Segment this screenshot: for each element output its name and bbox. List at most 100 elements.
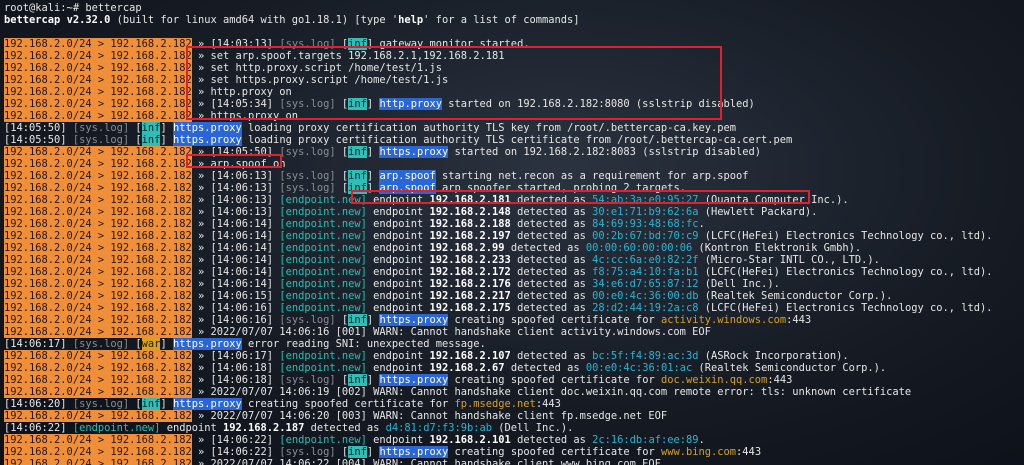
prompt-host: 192.168.2.182	[110, 146, 192, 158]
prompt-separator: >	[91, 302, 111, 314]
detected-as: detected as	[510, 230, 593, 242]
log-message: started on 192.168.2.182:8083 (sslstrip …	[448, 146, 762, 158]
version-banner: bettercap v2.32.0 (built for linux amd64…	[4, 14, 580, 26]
endpoint-vendor: (ASRock Incorporation).	[698, 350, 849, 362]
log-line: 192.168.2.0/24 > 192.168.2.182 » [14:06:…	[4, 374, 793, 386]
endpoint-ip: 192.168.2.197	[429, 230, 511, 242]
log-line: 192.168.2.0/24 > 192.168.2.182 » [14:06:…	[4, 254, 880, 266]
log-line: 192.168.2.0/24 > 192.168.2.182 » [14:05:…	[4, 146, 762, 158]
endpoint-new-tag: [endpoint.new]	[72, 422, 161, 434]
app-name: bettercap	[4, 14, 61, 26]
prompt-subnet: 192.168.2.0/24	[4, 182, 92, 194]
log-timestamp: [14:05:50]	[4, 134, 73, 146]
terminal-window[interactable]: root@kali:~# bettercap bettercap v2.32.0…	[0, 0, 1024, 465]
log-message: starting net.recon as a requirement for …	[435, 170, 749, 182]
prompt-separator: >	[91, 458, 111, 465]
prompt-separator: >	[91, 86, 111, 98]
module-badge: https.proxy	[379, 314, 449, 326]
host-port: :443	[767, 374, 793, 386]
endpoint-mac: f8:75:a4:10:fa:b1	[592, 266, 699, 278]
log-line: 192.168.2.0/24 > 192.168.2.182 » [14:06:…	[4, 302, 993, 314]
prompt-subnet: 192.168.2.0/24	[4, 50, 92, 62]
prompt-separator: >	[91, 158, 111, 170]
log-line: 192.168.2.0/24 > 192.168.2.182 » [14:06:…	[4, 278, 780, 290]
module-badge: https.proxy	[172, 398, 242, 410]
prompt-subnet: 192.168.2.0/24	[4, 74, 92, 86]
log-timestamp: [14:06:14]	[210, 230, 280, 242]
prompt-host: 192.168.2.182	[110, 86, 192, 98]
log-line: [14:05:50] [sys.log] [inf] https.proxy l…	[4, 134, 793, 146]
warn-message: 2022/07/07 14:06:16 [001] WARN: Cannot h…	[210, 326, 711, 338]
highlight-box-proxy-commands	[186, 46, 722, 120]
endpoint-ip: 192.168.2.172	[429, 266, 511, 278]
endpoint-word: endpoint	[373, 434, 430, 446]
endpoint-mac: bc:5f:f4:89:ac:3d	[592, 350, 699, 362]
prompt-arrow: »	[191, 302, 211, 314]
prompt-subnet: 192.168.2.0/24	[4, 458, 92, 465]
endpoint-vendor: (Kontron Elektronik Gmbh).	[692, 242, 862, 254]
endpoint-vendor: (Dell Inc.).	[698, 278, 780, 290]
log-line: 192.168.2.0/24 > 192.168.2.182 » 2022/07…	[4, 326, 711, 338]
endpoint-new-tag: [endpoint.new]	[279, 254, 367, 266]
syslog-tag: [sys.log]	[279, 170, 336, 182]
prompt-host: 192.168.2.182	[110, 326, 192, 338]
prompt-arrow: »	[191, 170, 211, 182]
prompt-host: 192.168.2.182	[110, 218, 192, 230]
prompt-arrow: »	[191, 290, 211, 302]
prompt-host: 192.168.2.182	[110, 278, 192, 290]
detected-as: detected as	[504, 362, 586, 374]
prompt-separator: >	[91, 254, 111, 266]
endpoint-word: endpoint	[373, 278, 430, 290]
prompt-host: 192.168.2.182	[110, 50, 192, 62]
prompt-separator: >	[91, 170, 111, 182]
endpoint-new-tag: [endpoint.new]	[279, 230, 367, 242]
prompt-subnet: 192.168.2.0/24	[4, 230, 92, 242]
prompt-arrow: »	[191, 182, 211, 194]
prompt-separator: >	[91, 146, 111, 158]
prompt-separator: >	[91, 266, 111, 278]
prompt-host: 192.168.2.182	[110, 434, 192, 446]
log-line: 192.168.2.0/24 > 192.168.2.182 » [14:06:…	[4, 290, 892, 302]
prompt-arrow: »	[191, 434, 211, 446]
prompt-arrow: »	[191, 446, 211, 458]
prompt-subnet: 192.168.2.0/24	[4, 146, 92, 158]
prompt-arrow: »	[191, 242, 211, 254]
level-badge: inf	[348, 146, 367, 158]
endpoint-new-tag: [endpoint.new]	[279, 434, 367, 446]
prompt-host: 192.168.2.182	[110, 182, 192, 194]
endpoint-vendor: (Hewlett Packard).	[698, 206, 818, 218]
endpoint-word: endpoint	[373, 362, 430, 374]
endpoint-ip: 192.168.2.187	[223, 422, 305, 434]
endpoint-new-tag: [endpoint.new]	[279, 278, 367, 290]
prompt-subnet: 192.168.2.0/24	[4, 446, 92, 458]
endpoint-ip: 192.168.2.233	[429, 254, 511, 266]
module-badge: arp.spoof	[379, 170, 436, 182]
prompt-subnet: 192.168.2.0/24	[4, 110, 92, 122]
endpoint-ip: 192.168.2.175	[429, 302, 511, 314]
level-badge: inf	[348, 314, 367, 326]
detected-as: detected as	[510, 434, 593, 446]
log-line: 192.168.2.0/24 > 192.168.2.182 » 2022/07…	[4, 386, 911, 398]
prompt-subnet: 192.168.2.0/24	[4, 350, 92, 362]
endpoint-vendor: .	[698, 218, 705, 230]
prompt-arrow: »	[191, 350, 211, 362]
detected-as: detected as	[510, 302, 593, 314]
endpoint-word: endpoint	[373, 242, 430, 254]
endpoint-word: endpoint	[373, 218, 430, 230]
prompt-host: 192.168.2.182	[110, 386, 192, 398]
log-timestamp: [14:06:14]	[210, 242, 280, 254]
log-timestamp: [14:06:17]	[4, 338, 73, 350]
host-port: :443	[786, 314, 812, 326]
endpoint-vendor: (LCFC(HeFei) Electronics Technology co.,…	[698, 230, 993, 242]
log-timestamp: [14:06:22]	[210, 434, 280, 446]
detected-as: detected as	[504, 242, 586, 254]
prompt-subnet: 192.168.2.0/24	[4, 266, 92, 278]
prompt-separator: >	[91, 278, 111, 290]
log-timestamp: [14:06:17]	[210, 350, 280, 362]
log-timestamp: [14:06:14]	[210, 218, 280, 230]
module-badge: https.proxy	[379, 446, 449, 458]
syslog-tag: [sys.log]	[279, 446, 336, 458]
prompt-host: 192.168.2.182	[110, 242, 192, 254]
prompt-subnet: 192.168.2.0/24	[4, 38, 92, 50]
prompt-arrow: »	[191, 230, 211, 242]
